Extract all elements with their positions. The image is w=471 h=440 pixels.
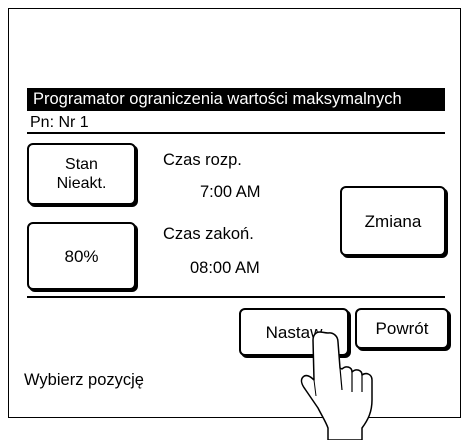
- change-button[interactable]: Zmiana: [340, 186, 446, 256]
- status-button-line1: Stan: [65, 156, 98, 173]
- status-message: Wybierz pozycję: [24, 371, 144, 389]
- status-button-line2: Nieakt.: [56, 175, 107, 192]
- start-time-label: Czas rozp.: [163, 151, 242, 169]
- pointing-hand-icon: [300, 331, 373, 440]
- limit-value-label: 80%: [64, 246, 99, 266]
- limit-value-button[interactable]: 80%: [27, 222, 136, 290]
- change-button-label: Zmiana: [364, 211, 422, 231]
- back-button-label: Powrót: [375, 319, 429, 338]
- divider-bottom: [27, 296, 445, 298]
- program-label: Pn: Nr 1: [30, 114, 89, 131]
- page-title: Programator ograniczenia wartości maksym…: [27, 88, 445, 111]
- divider-top: [27, 132, 445, 134]
- end-time-label: Czas zakoń.: [163, 225, 254, 243]
- end-time-value: 08:00 AM: [190, 259, 260, 277]
- status-button[interactable]: Stan Nieakt.: [27, 143, 136, 205]
- start-time-value: 7:00 AM: [200, 183, 261, 201]
